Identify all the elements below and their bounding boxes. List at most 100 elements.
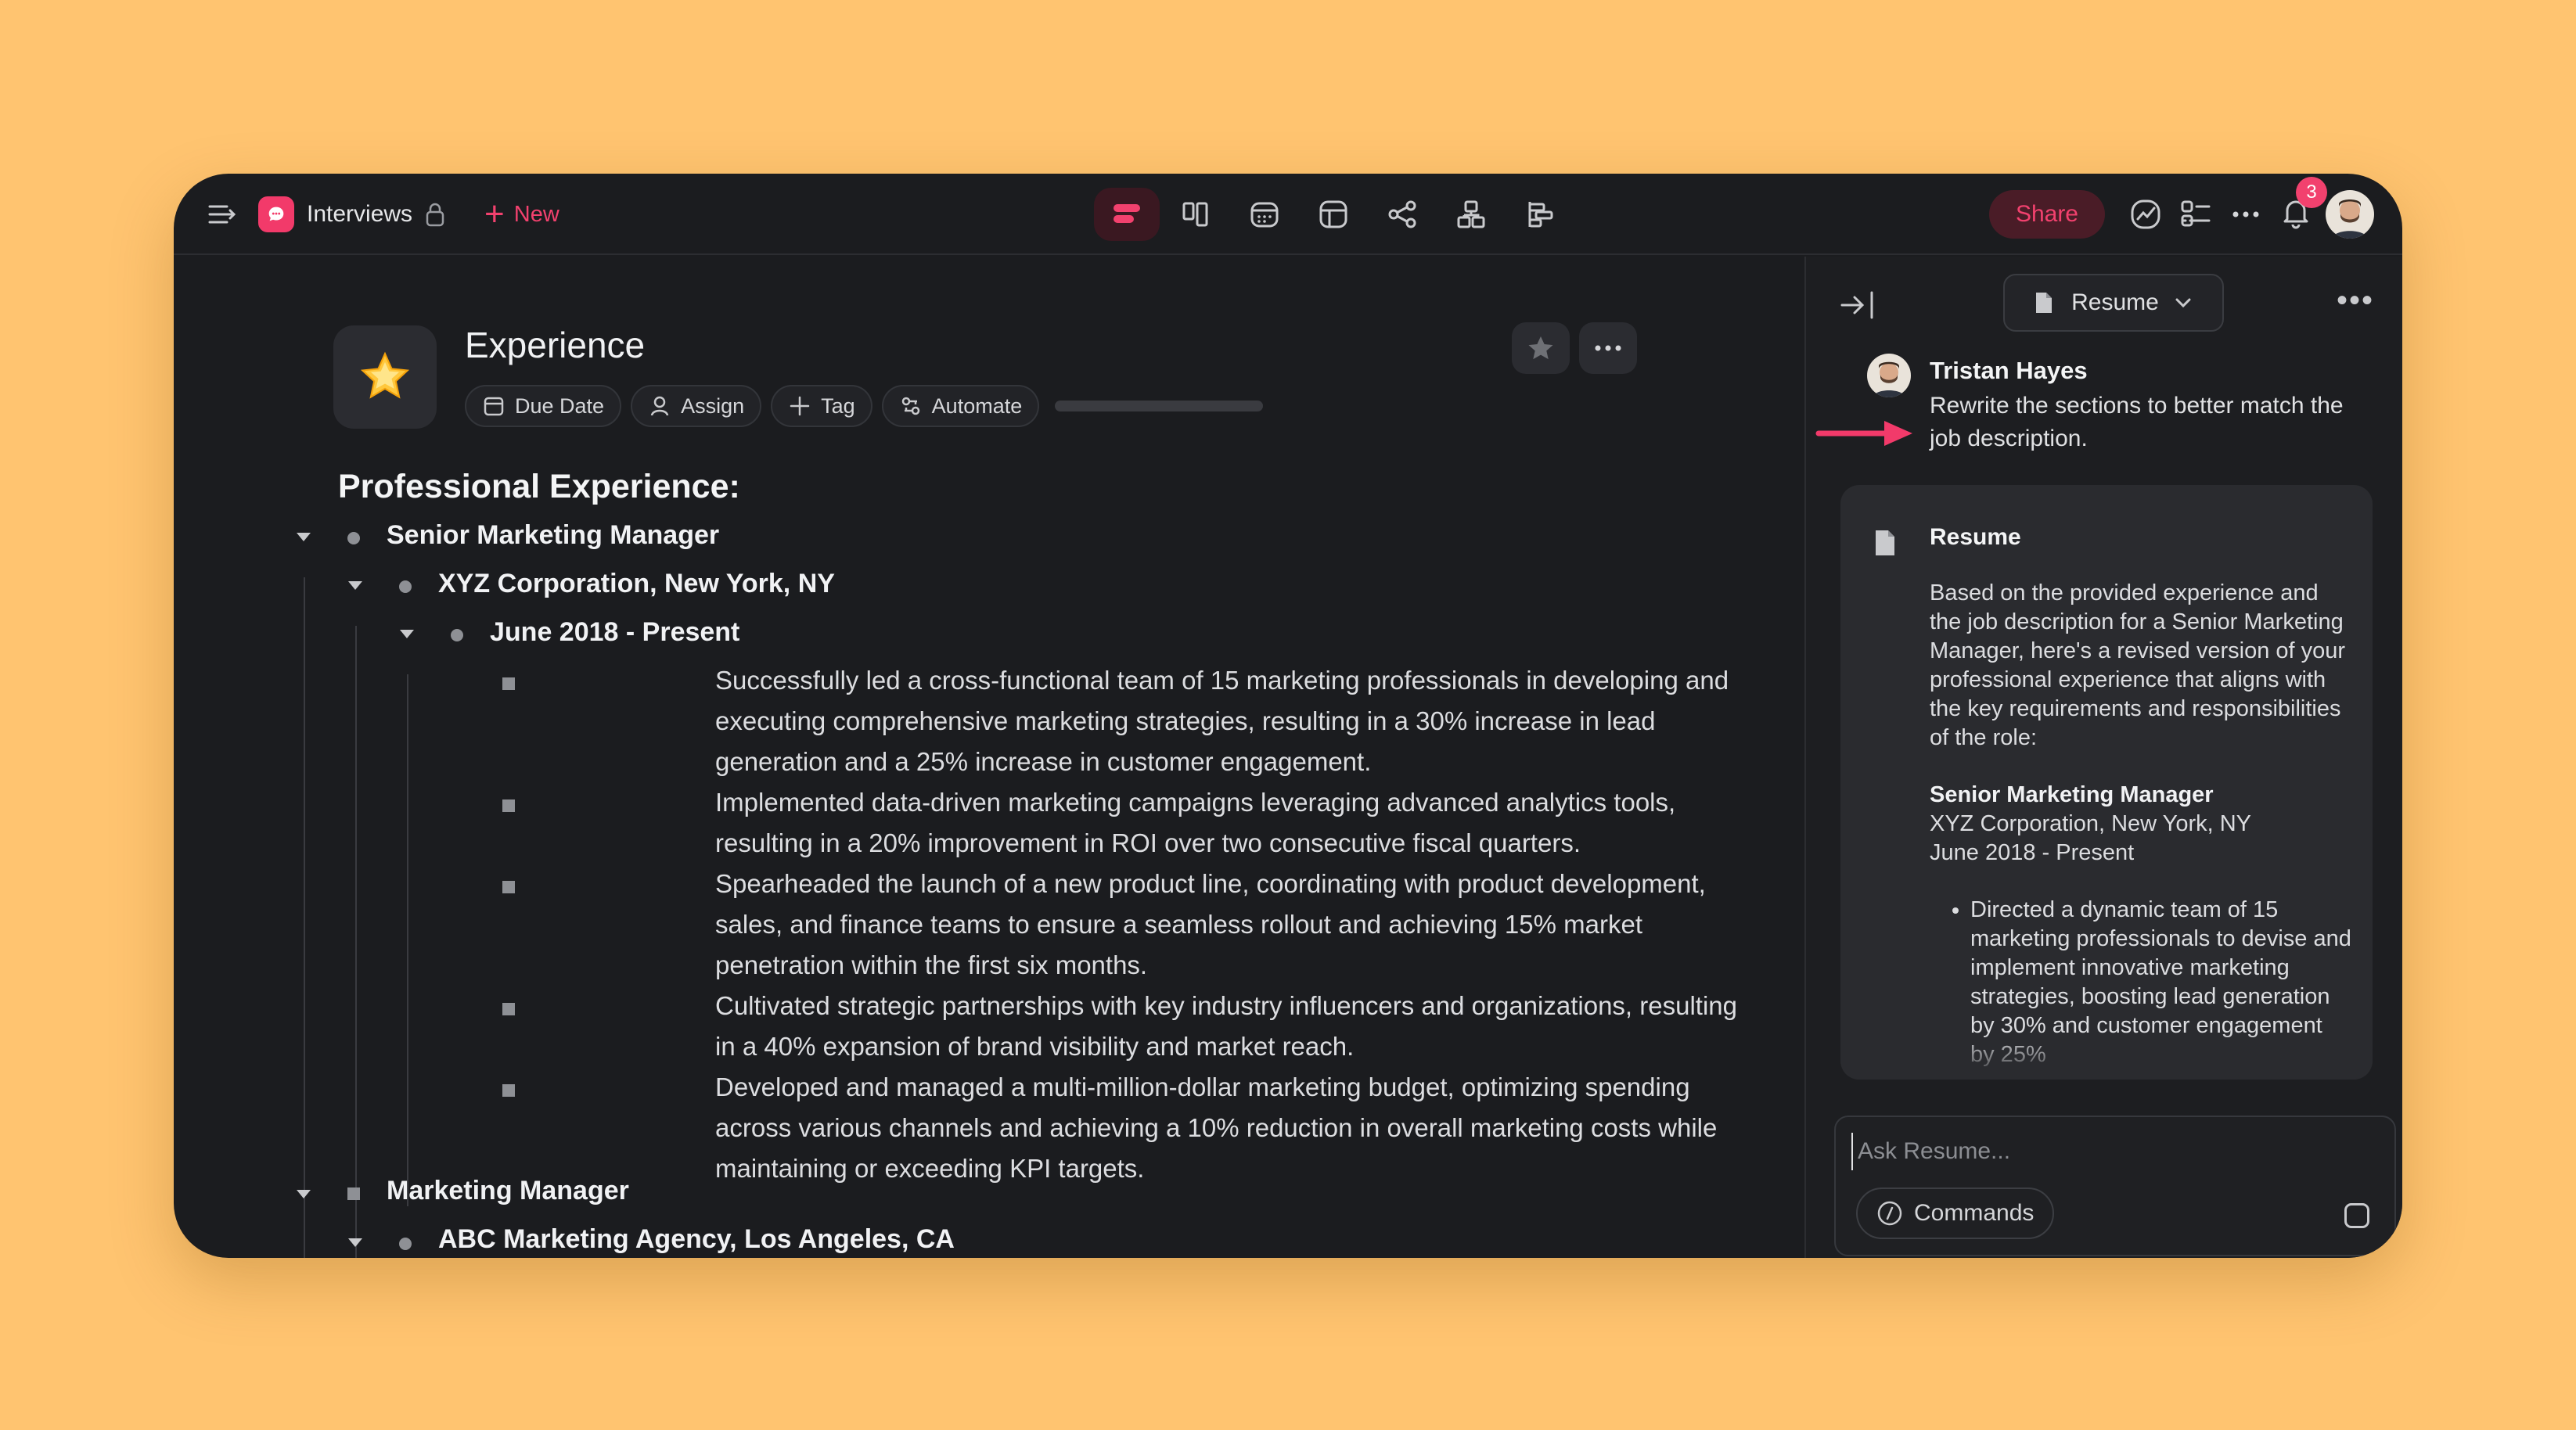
ai-response-intro: Based on the provided experience and the… [1930,580,2346,750]
outline-item-company[interactable]: XYZ Corporation, New York, NY [438,569,835,599]
view-switcher [1094,188,1576,241]
lock-icon [426,203,444,227]
commands-button[interactable]: Commands [1856,1187,2055,1239]
table-view-button[interactable] [1301,188,1366,241]
doc-more-button[interactable] [1579,322,1637,374]
ask-input[interactable] [1851,1133,2321,1170]
sidebar-toggle-icon[interactable] [205,197,239,232]
calendar-view-button[interactable] [1232,188,1297,241]
collapse-caret[interactable] [348,581,362,590]
outline-bullet[interactable]: Implemented data-driven marketing campai… [715,782,1764,864]
new-button[interactable]: + New [484,197,559,232]
plus-icon [790,396,810,416]
board-view-button[interactable] [1094,188,1160,241]
outline-bullet[interactable]: Spearheaded the launch of a new product … [715,864,1764,986]
resume-selector-label: Resume [2071,289,2159,315]
ai-response-body: Based on the provided experience and the… [1930,579,2352,1069]
message-author: Tristan Hayes [1930,357,2088,384]
outline-item-period[interactable]: June 2018 - Present [490,617,739,648]
columns-view-icon [1182,202,1208,227]
space-icon[interactable] [258,196,294,232]
new-button-label: New [513,201,559,227]
collapse-caret[interactable] [348,1238,362,1247]
due-date-button[interactable]: Due Date [465,385,622,427]
outline-guide [355,626,357,1258]
resume-selector[interactable]: Resume [2003,274,2224,332]
doc-actions: Due Date Assign Tag Automate [465,385,1264,427]
tag-label: Tag [821,393,855,418]
ai-response-role: Senior Marketing Manager [1930,782,2214,807]
panel-more-icon[interactable]: ••• [2337,285,2374,316]
assign-label: Assign [681,393,745,418]
outline-guide [407,674,408,1206]
bullet-square [502,881,515,893]
collapse-panel-icon[interactable] [1839,288,1876,322]
outline-item-company[interactable]: ABC Marketing Agency, Los Angeles, CA [438,1224,955,1255]
slash-command-icon [1877,1201,1902,1226]
person-icon [650,396,669,416]
collapse-caret[interactable] [297,1190,311,1198]
fade-overlay [1840,1033,2373,1080]
chevron-down-icon [2175,298,2191,308]
message-avatar [1867,354,1911,397]
ai-panel: Resume ••• Tristan Hayes Rewrite the sec… [1804,257,2402,1258]
star-icon [1528,336,1553,360]
outline-bullet[interactable]: Developed and managed a multi-million-do… [715,1067,1764,1189]
bullet-square [502,677,515,690]
bullet-dot [399,1238,412,1250]
mindmap-view-button[interactable] [1369,188,1435,241]
bullet-square [502,1003,515,1015]
message-text: Rewrite the sections to better match the… [1930,393,2344,451]
app-window: Interviews + New Share 3 Experience Due … [174,174,2402,1258]
notifications-button[interactable]: 3 [2279,176,2327,234]
bullet-dot [399,580,412,593]
outline-bullet[interactable]: Successfully led a cross-functional team… [715,660,1764,782]
collapse-caret[interactable] [400,630,414,638]
outline-item-role[interactable]: Senior Marketing Manager [387,520,719,551]
ai-response-title: Resume [1930,524,2021,550]
ask-box: Commands [1834,1116,2396,1256]
bullet-square [502,799,515,812]
bullet-dot [451,629,463,641]
user-avatar[interactable] [2326,190,2374,239]
assign-button[interactable]: Assign [631,385,762,427]
document-icon [1876,530,1894,555]
outline-item-role[interactable]: Marketing Manager [387,1176,629,1206]
columns-view-button[interactable] [1163,188,1229,241]
checklist-icon[interactable] [2178,197,2213,232]
table-view-icon [1319,200,1347,228]
bullet-square [347,1187,360,1200]
due-date-label: Due Date [515,393,605,418]
timeline-view-icon [1528,202,1553,228]
calendar-icon [484,397,504,416]
doc-emoji-icon[interactable] [333,325,437,429]
org-view-icon [1457,200,1485,228]
outline-guide [304,577,305,1258]
favorite-button[interactable] [1512,322,1570,374]
outline-bullet[interactable]: Cultivated strategic partnerships with k… [715,986,1764,1067]
more-options-icon [1595,345,1621,351]
document-area: Experience Due Date Assign Tag Automate [174,257,1803,1258]
share-button[interactable]: Share [1988,190,2105,239]
mindmap-view-icon [1388,200,1416,228]
ai-response-period: June 2018 - Present [1930,840,2135,865]
ai-response-company: XYZ Corporation, New York, NY [1930,811,2252,836]
collapse-caret[interactable] [297,533,311,541]
more-options-icon[interactable] [2229,197,2263,232]
calendar-view-icon [1250,202,1279,228]
automate-label: Automate [931,393,1023,418]
tag-button[interactable]: Tag [771,385,872,427]
automate-button[interactable]: Automate [881,385,1040,427]
org-view-button[interactable] [1438,188,1504,241]
document-icon [2036,293,2053,313]
timeline-view-button[interactable] [1507,188,1573,241]
board-view-icon [1114,204,1140,223]
space-name[interactable]: Interviews [307,201,412,228]
section-heading: Professional Experience: [338,468,740,505]
page-title[interactable]: Experience [465,324,645,366]
top-bar: Interviews + New Share 3 [174,174,2402,255]
analytics-icon[interactable] [2128,197,2163,232]
bullet-dot [347,532,360,544]
automate-icon [901,397,919,415]
send-icon[interactable] [2344,1203,2369,1228]
